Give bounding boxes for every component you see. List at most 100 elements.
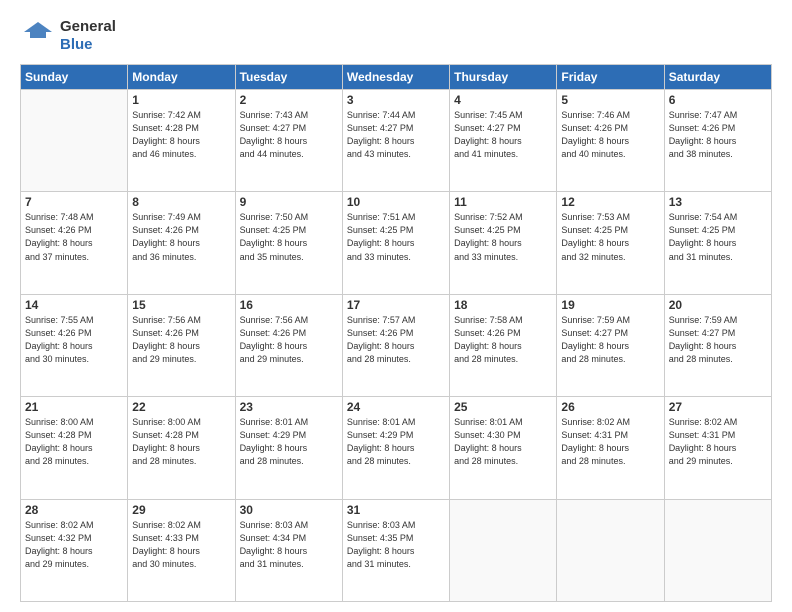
day-info: Sunrise: 8:02 AMSunset: 4:31 PMDaylight:… [561, 416, 659, 468]
day-number: 6 [669, 93, 767, 107]
day-info: Sunrise: 8:01 AMSunset: 4:29 PMDaylight:… [347, 416, 445, 468]
day-number: 21 [25, 400, 123, 414]
header: General Blue [20, 18, 772, 54]
calendar-cell: 4 Sunrise: 7:45 AMSunset: 4:27 PMDaylight… [450, 90, 557, 192]
calendar-cell [664, 499, 771, 601]
calendar-cell: 23 Sunrise: 8:01 AMSunset: 4:29 PMDayligh… [235, 397, 342, 499]
calendar-cell: 18 Sunrise: 7:58 AMSunset: 4:26 PMDayligh… [450, 294, 557, 396]
calendar-week-row: 1Sunrise: 7:42 AMSunset: 4:28 PMDaylight… [21, 90, 772, 192]
day-info: Sunrise: 8:00 AMSunset: 4:28 PMDaylight:… [25, 416, 123, 468]
calendar-week-row: 28 Sunrise: 8:02 AMSunset: 4:32 PMDayligh… [21, 499, 772, 601]
day-info: Sunrise: 8:03 AMSunset: 4:34 PMDaylight:… [240, 519, 338, 571]
day-number: 3 [347, 93, 445, 107]
day-info: Sunrise: 7:58 AMSunset: 4:26 PMDaylight:… [454, 314, 552, 366]
calendar-cell: 17Sunrise: 7:57 AMSunset: 4:26 PMDayligh… [342, 294, 449, 396]
day-number: 4 [454, 93, 552, 107]
calendar-cell: 29 Sunrise: 8:02 AMSunset: 4:33 PMDayligh… [128, 499, 235, 601]
day-of-week-header: Sunday [21, 65, 128, 90]
day-number: 26 [561, 400, 659, 414]
calendar-cell: 28 Sunrise: 8:02 AMSunset: 4:32 PMDayligh… [21, 499, 128, 601]
day-info: Sunrise: 7:48 AMSunset: 4:26 PMDaylight:… [25, 211, 123, 263]
day-info: Sunrise: 7:44 AMSunset: 4:27 PMDaylight:… [347, 109, 445, 161]
day-number: 28 [25, 503, 123, 517]
calendar-cell [450, 499, 557, 601]
day-info: Sunrise: 7:51 AMSunset: 4:25 PMDaylight:… [347, 211, 445, 263]
day-number: 20 [669, 298, 767, 312]
calendar-cell: 6 Sunrise: 7:47 AMSunset: 4:26 PMDaylight… [664, 90, 771, 192]
calendar-cell [21, 90, 128, 192]
day-info: Sunrise: 8:02 AMSunset: 4:31 PMDaylight:… [669, 416, 767, 468]
day-info: Sunrise: 7:49 AMSunset: 4:26 PMDaylight:… [132, 211, 230, 263]
calendar-cell: 21 Sunrise: 8:00 AMSunset: 4:28 PMDayligh… [21, 397, 128, 499]
day-number: 7 [25, 195, 123, 209]
calendar-cell: 10 Sunrise: 7:51 AMSunset: 4:25 PMDayligh… [342, 192, 449, 294]
day-number: 25 [454, 400, 552, 414]
logo: General Blue [20, 18, 116, 54]
day-info: Sunrise: 7:55 AMSunset: 4:26 PMDaylight:… [25, 314, 123, 366]
calendar-cell: 31Sunrise: 8:03 AMSunset: 4:35 PMDayligh… [342, 499, 449, 601]
day-info: Sunrise: 7:50 AMSunset: 4:25 PMDaylight:… [240, 211, 338, 263]
calendar-cell: 8 Sunrise: 7:49 AMSunset: 4:26 PMDaylight… [128, 192, 235, 294]
day-number: 2 [240, 93, 338, 107]
day-info: Sunrise: 7:53 AMSunset: 4:25 PMDaylight:… [561, 211, 659, 263]
day-number: 29 [132, 503, 230, 517]
day-info: Sunrise: 8:02 AMSunset: 4:32 PMDaylight:… [25, 519, 123, 571]
calendar-cell: 14Sunrise: 7:55 AMSunset: 4:26 PMDayligh… [21, 294, 128, 396]
calendar-cell: 11Sunrise: 7:52 AMSunset: 4:25 PMDayligh… [450, 192, 557, 294]
day-info: Sunrise: 8:01 AMSunset: 4:30 PMDaylight:… [454, 416, 552, 468]
calendar-cell: 3 Sunrise: 7:44 AMSunset: 4:27 PMDaylight… [342, 90, 449, 192]
day-info: Sunrise: 7:56 AMSunset: 4:26 PMDaylight:… [240, 314, 338, 366]
day-number: 27 [669, 400, 767, 414]
day-number: 13 [669, 195, 767, 209]
calendar-cell: 13 Sunrise: 7:54 AMSunset: 4:25 PMDayligh… [664, 192, 771, 294]
day-number: 12 [561, 195, 659, 209]
day-info: Sunrise: 7:43 AMSunset: 4:27 PMDaylight:… [240, 109, 338, 161]
day-info: Sunrise: 7:46 AMSunset: 4:26 PMDaylight:… [561, 109, 659, 161]
calendar-cell: 2 Sunrise: 7:43 AMSunset: 4:27 PMDaylight… [235, 90, 342, 192]
day-number: 18 [454, 298, 552, 312]
day-number: 22 [132, 400, 230, 414]
page: General Blue SundayMondayTuesdayWednesda… [0, 0, 792, 612]
day-info: Sunrise: 7:52 AMSunset: 4:25 PMDaylight:… [454, 211, 552, 263]
day-info: Sunrise: 7:59 AMSunset: 4:27 PMDaylight:… [561, 314, 659, 366]
day-number: 31 [347, 503, 445, 517]
day-info: Sunrise: 7:56 AMSunset: 4:26 PMDaylight:… [132, 314, 230, 366]
day-number: 5 [561, 93, 659, 107]
day-info: Sunrise: 8:02 AMSunset: 4:33 PMDaylight:… [132, 519, 230, 571]
day-number: 19 [561, 298, 659, 312]
day-number: 9 [240, 195, 338, 209]
calendar-week-row: 21 Sunrise: 8:00 AMSunset: 4:28 PMDayligh… [21, 397, 772, 499]
calendar-cell: 16Sunrise: 7:56 AMSunset: 4:26 PMDayligh… [235, 294, 342, 396]
logo-line2: Blue [60, 36, 116, 54]
calendar-week-row: 14Sunrise: 7:55 AMSunset: 4:26 PMDayligh… [21, 294, 772, 396]
calendar-table: SundayMondayTuesdayWednesdayThursdayFrid… [20, 64, 772, 602]
calendar-cell: 7 Sunrise: 7:48 AMSunset: 4:26 PMDaylight… [21, 192, 128, 294]
day-info: Sunrise: 7:59 AMSunset: 4:27 PMDaylight:… [669, 314, 767, 366]
calendar-cell: 27 Sunrise: 8:02 AMSunset: 4:31 PMDayligh… [664, 397, 771, 499]
day-info: Sunrise: 7:45 AMSunset: 4:27 PMDaylight:… [454, 109, 552, 161]
calendar-cell: 19 Sunrise: 7:59 AMSunset: 4:27 PMDayligh… [557, 294, 664, 396]
calendar-cell: 9 Sunrise: 7:50 AMSunset: 4:25 PMDaylight… [235, 192, 342, 294]
day-number: 8 [132, 195, 230, 209]
day-number: 10 [347, 195, 445, 209]
day-number: 23 [240, 400, 338, 414]
day-number: 24 [347, 400, 445, 414]
day-number: 1 [132, 93, 230, 107]
calendar-cell: 12 Sunrise: 7:53 AMSunset: 4:25 PMDayligh… [557, 192, 664, 294]
day-of-week-header: Saturday [664, 65, 771, 90]
day-of-week-header: Monday [128, 65, 235, 90]
calendar-cell: 1Sunrise: 7:42 AMSunset: 4:28 PMDaylight… [128, 90, 235, 192]
day-info: Sunrise: 7:57 AMSunset: 4:26 PMDaylight:… [347, 314, 445, 366]
day-of-week-header: Friday [557, 65, 664, 90]
day-number: 15 [132, 298, 230, 312]
calendar-cell: 25 Sunrise: 8:01 AMSunset: 4:30 PMDayligh… [450, 397, 557, 499]
calendar-cell: 20 Sunrise: 7:59 AMSunset: 4:27 PMDayligh… [664, 294, 771, 396]
calendar-cell: 24 Sunrise: 8:01 AMSunset: 4:29 PMDayligh… [342, 397, 449, 499]
calendar-cell: 15 Sunrise: 7:56 AMSunset: 4:26 PMDayligh… [128, 294, 235, 396]
day-info: Sunrise: 8:00 AMSunset: 4:28 PMDaylight:… [132, 416, 230, 468]
day-info: Sunrise: 7:54 AMSunset: 4:25 PMDaylight:… [669, 211, 767, 263]
day-of-week-header: Thursday [450, 65, 557, 90]
day-info: Sunrise: 7:47 AMSunset: 4:26 PMDaylight:… [669, 109, 767, 161]
calendar-cell: 30Sunrise: 8:03 AMSunset: 4:34 PMDayligh… [235, 499, 342, 601]
day-info: Sunrise: 8:01 AMSunset: 4:29 PMDaylight:… [240, 416, 338, 468]
